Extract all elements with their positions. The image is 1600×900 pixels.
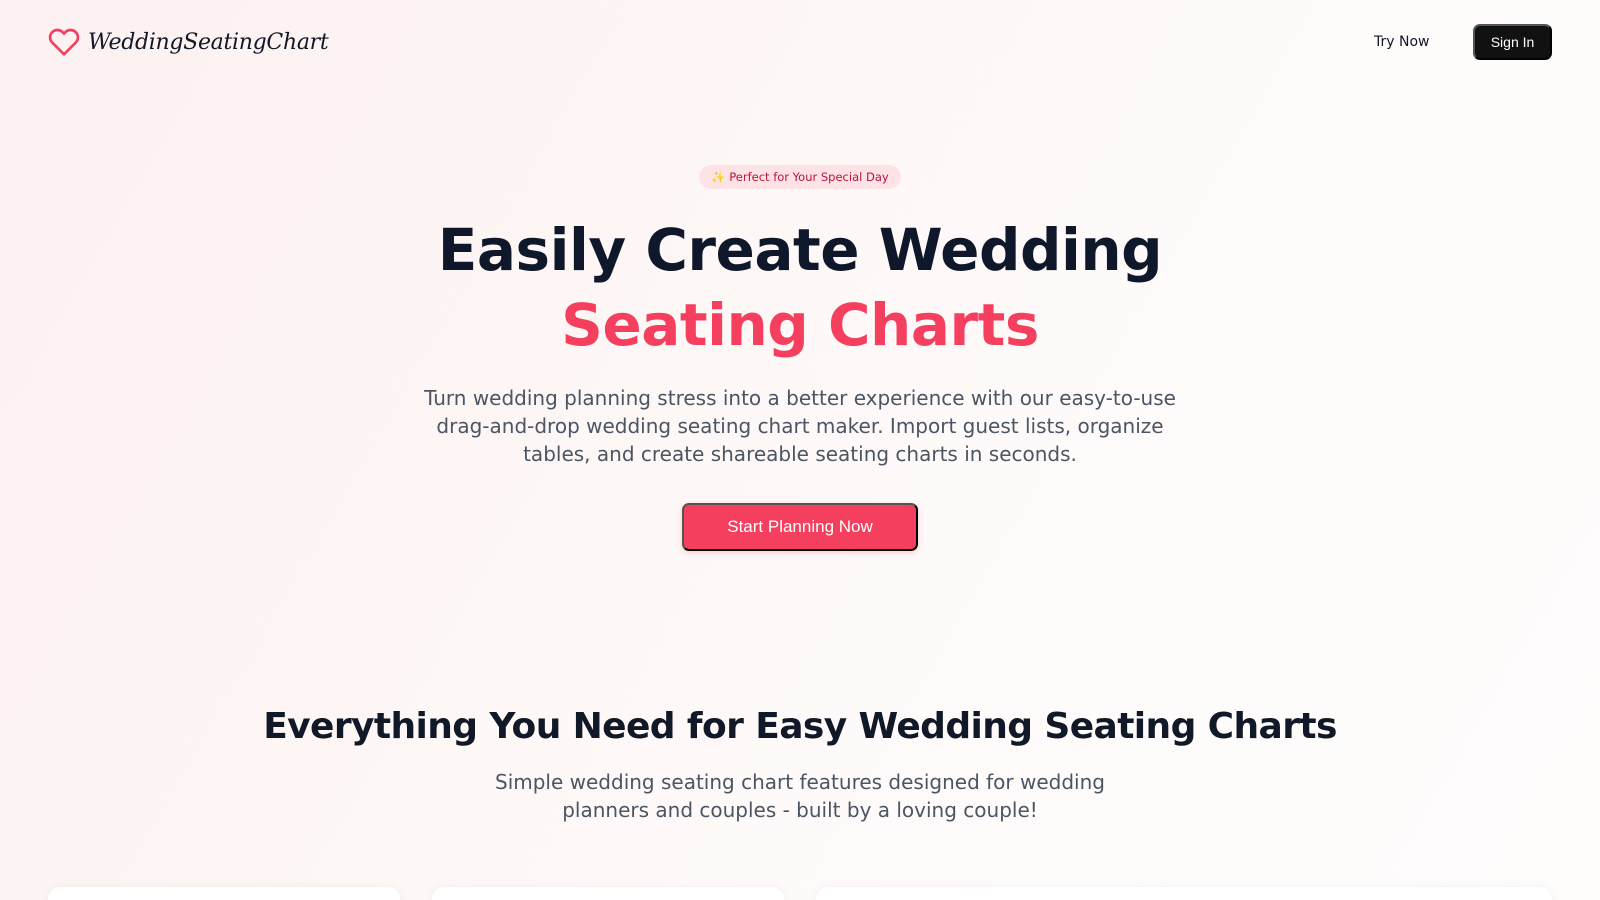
hero-title-line2: Seating Charts (561, 291, 1039, 359)
hero-title-line1: Easily Create Wedding (437, 216, 1163, 284)
heart-icon (48, 28, 80, 56)
feature-card (816, 887, 1552, 900)
top-navigation: WeddingSeatingChart Try Now Sign In (0, 0, 1600, 84)
feature-card (432, 887, 784, 900)
start-planning-button[interactable]: Start Planning Now (682, 503, 918, 551)
logo[interactable]: WeddingSeatingChart (48, 26, 329, 58)
sign-in-button[interactable]: Sign In (1473, 24, 1552, 60)
hero-badge: ✨ Perfect for Your Special Day (699, 165, 901, 189)
features-subtitle: Simple wedding seating chart features de… (495, 770, 1105, 822)
try-now-link[interactable]: Try Now (1374, 28, 1429, 56)
logo-text: WeddingSeatingChart (88, 29, 329, 55)
hero-description: Turn wedding planning stress into a bett… (424, 386, 1176, 466)
features-title: Everything You Need for Easy Wedding Sea… (263, 706, 1337, 747)
feature-card (48, 887, 400, 900)
